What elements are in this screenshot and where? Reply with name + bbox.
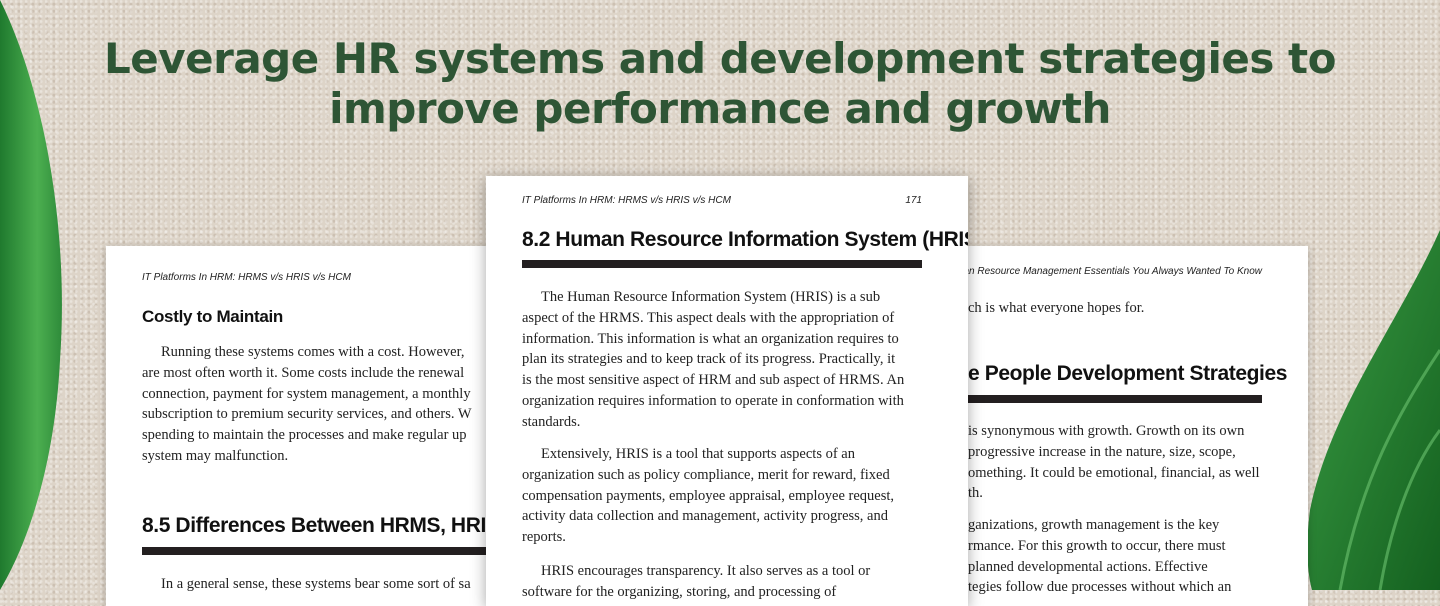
right-page: Human Resource Management Essentials You… [930,246,1308,606]
headline-line-1: Leverage HR systems and development stra… [104,34,1336,83]
right-line: omething. It could be emotional, financi… [968,464,1260,481]
right-leaf-decoration [1307,230,1440,590]
left-line: subscription to premium security service… [142,406,472,423]
center-page-number: 171 [905,195,922,206]
right-paragraph-1: is synonymous with growth. Growth on its… [968,421,1260,504]
left-heading-rule [142,547,506,555]
center-line: standards. [522,413,581,430]
right-paragraph-2: ganizations, growth management is the ke… [968,515,1231,598]
center-line: software for the organizing, storing, an… [522,583,837,600]
center-line: compensation payments, employee appraisa… [522,487,895,504]
center-line: organization requires information to ope… [522,392,904,409]
left-line: are most often worth it. Some costs incl… [142,364,465,381]
left-running-head: IT Platforms In HRM: HRMS v/s HRIS v/s H… [142,272,351,283]
center-line: HRIS encourages transparency. It also se… [541,563,871,579]
left-line: spending to maintain the processes and m… [142,427,467,444]
left-paragraph: Running these systems comes with a cost.… [142,342,472,467]
center-line: plan its strategies and to keep track of… [522,351,896,368]
center-line: activity data collection and management,… [522,508,888,525]
right-running-head: Human Resource Management Essentials You… [942,266,1262,277]
center-line: organization such as policy compliance, … [522,466,890,483]
center-paragraph-2: Extensively, HRIS is a tool that support… [522,444,894,548]
center-paragraph-3: HRIS encourages transparency. It also se… [522,561,870,603]
center-heading-rule [522,260,922,268]
left-section-heading: 8.5 Differences Between HRMS, HRIS, an [142,514,506,537]
left-line: connection, payment for system managemen… [142,385,471,402]
left-next-line-text: In a general sense, these systems bear s… [161,576,471,592]
right-line: tegies follow due processes without whic… [968,579,1232,596]
right-first-line: ch is what everyone hopes for. [968,300,1145,316]
center-running-head: IT Platforms In HRM: HRMS v/s HRIS v/s H… [522,195,731,206]
center-line: aspect of the HRMS. This aspect deals wi… [522,309,895,326]
headline-line-2: improve performance and growth [329,84,1111,133]
headline: Leverage HR systems and development stra… [0,34,1440,134]
right-line: is synonymous with growth. Growth on its… [968,423,1245,439]
center-line: information. This information is what an… [522,330,899,347]
center-line: reports. [522,529,566,546]
center-page: IT Platforms In HRM: HRMS v/s HRIS v/s H… [486,176,968,606]
right-line: progressive increase in the nature, size… [968,443,1236,460]
center-paragraph-1: The Human Resource Information System (H… [522,287,904,433]
left-line: system may malfunction. [142,447,289,464]
left-subheading: Costly to Maintain [142,307,283,326]
left-page: IT Platforms In HRM: HRMS v/s HRIS v/s H… [106,246,506,606]
right-line: ganizations, growth management is the ke… [968,517,1220,533]
center-section-heading: 8.2 Human Resource Information System (H… [522,228,968,251]
left-line: Running these systems comes with a cost.… [161,344,465,360]
left-next-line: In a general sense, these systems bear s… [142,574,471,595]
center-line: Extensively, HRIS is a tool that support… [541,446,855,462]
right-line: th. [968,485,983,502]
right-line: rmance. For this growth to occur, there … [968,537,1226,554]
center-line: is the most sensitive aspect of HRM and … [522,372,905,389]
right-section-heading: e People Development Strategies [968,362,1288,385]
right-heading-rule [930,395,1262,403]
right-line: planned developmental actions. Effective [968,558,1208,575]
center-line: The Human Resource Information System (H… [541,289,881,305]
